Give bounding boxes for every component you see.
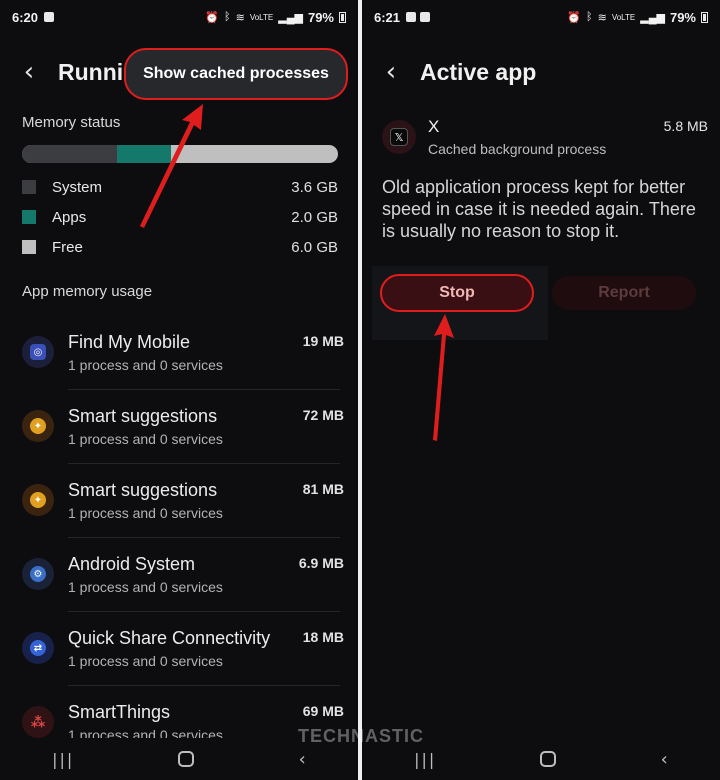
battery-text: 79%: [669, 9, 696, 25]
status-time: 6:21: [374, 9, 401, 25]
status-right: ⏰ ᛒ ≋ VoLTE ▂▄▆ 79%: [567, 10, 708, 25]
bluetooth-icon: ᛒ: [224, 11, 231, 23]
legend-label: System: [52, 178, 103, 196]
signal-icon: ▂▄▆: [640, 11, 665, 24]
app-name: Quick Share Connectivity: [68, 628, 271, 648]
list-item[interactable]: ✦ Smart suggestions 1 process and 0 serv…: [0, 390, 358, 464]
app-subtext: 1 process and 0 services: [68, 431, 223, 447]
home-icon[interactable]: [540, 751, 557, 767]
app-subtext: 1 process and 0 services: [68, 505, 223, 521]
app-process-type: Cached background process: [428, 141, 607, 157]
notification-icons: [44, 12, 55, 22]
list-item[interactable]: ◎ Find My Mobile 1 process and 0 service…: [0, 316, 358, 390]
memory-bar-system-segment: [22, 145, 117, 163]
app-size: 81 MB: [302, 481, 344, 497]
home-icon[interactable]: [178, 751, 195, 767]
legend-swatch: [22, 180, 36, 194]
app-name: X: [428, 117, 440, 136]
recents-icon[interactable]: |||: [414, 750, 436, 769]
app-size: 18 MB: [302, 629, 344, 645]
app-size: 72 MB: [302, 407, 344, 423]
report-button[interactable]: Report: [552, 276, 696, 310]
app-list: ◎ Find My Mobile 1 process and 0 service…: [0, 316, 358, 760]
signal-icon: ▂▄▆: [278, 11, 303, 24]
status-bar: 6:21 ⏰ ᛒ ≋ VoLTE ▂▄▆ 79%: [362, 0, 720, 34]
photo-notification-icon: [406, 12, 417, 22]
app-name: Smart suggestions: [68, 480, 218, 500]
back-nav-icon[interactable]: ‹: [661, 749, 668, 770]
app-name: SmartThings: [68, 702, 171, 722]
lightbulb-icon: ✦: [22, 410, 54, 442]
legend-label: Apps: [52, 208, 87, 226]
app-size: 19 MB: [302, 333, 344, 349]
alarm-icon: ⏰: [205, 11, 219, 24]
find-my-mobile-icon: ◎: [22, 336, 54, 368]
legend-system: System 3.6 GB: [22, 176, 338, 198]
status-time: 6:20: [12, 9, 39, 25]
gear-icon: ⚙: [22, 558, 54, 590]
list-item[interactable]: ⇄ Quick Share Connectivity 1 process and…: [0, 612, 358, 686]
app-size: 5.8 MB: [663, 118, 708, 134]
app-subtext: 1 process and 0 services: [68, 579, 223, 595]
recents-icon[interactable]: |||: [52, 750, 74, 769]
show-cached-processes-menu-item[interactable]: Show cached processes: [124, 48, 348, 100]
wifi-icon: ≋: [235, 11, 245, 24]
list-item[interactable]: ✦ Smart suggestions 1 process and 0 serv…: [0, 464, 358, 538]
process-description: Old application process kept for better …: [382, 177, 696, 241]
network-label: VoLTE: [611, 12, 636, 22]
active-app-screen: 6:21 ⏰ ᛒ ≋ VoLTE ▂▄▆ 79% ‹ Active app 𝕏 …: [362, 0, 720, 780]
wifi-icon: ≋: [597, 11, 607, 24]
app-bar: ‹ Active app: [362, 50, 720, 94]
app-subtext: 1 process and 0 services: [68, 653, 223, 669]
back-arrow-icon[interactable]: ‹: [0, 57, 58, 87]
app-subtext: 1 process and 0 services: [68, 357, 223, 373]
app-name: Smart suggestions: [68, 406, 218, 426]
app-name: Android System: [68, 554, 196, 574]
smartthings-icon: ⁂: [22, 706, 54, 738]
x-app-icon: 𝕏: [382, 120, 416, 154]
stop-button[interactable]: Stop: [380, 274, 534, 312]
status-right: ⏰ ᛒ ≋ VoLTE ▂▄▆ 79%: [205, 10, 346, 25]
app-memory-usage-label: App memory usage: [22, 283, 153, 300]
bluetooth-icon: ᛒ: [586, 11, 593, 23]
battery-icon: [339, 11, 346, 23]
app-size: 6.9 MB: [298, 555, 344, 571]
app-name: Find My Mobile: [68, 332, 191, 352]
page-title: Active app: [420, 58, 537, 85]
memory-bar-apps-segment: [116, 145, 171, 163]
annotation-arrow-right: [433, 314, 454, 441]
legend-value: 2.0 GB: [291, 208, 338, 226]
legend-apps: Apps 2.0 GB: [22, 206, 338, 228]
battery-text: 79%: [307, 9, 334, 25]
status-bar: 6:20 ⏰ ᛒ ≋ VoLTE ▂▄▆ 79%: [0, 0, 358, 34]
app-size: 69 MB: [302, 703, 344, 719]
notification-icons: [406, 12, 431, 22]
legend-label: Free: [52, 238, 83, 256]
network-label: VoLTE: [249, 12, 274, 22]
memory-status-label: Memory status: [22, 114, 121, 131]
running-services-screen: 6:20 ⏰ ᛒ ≋ VoLTE ▂▄▆ 79% ‹ Runnin Show c…: [0, 0, 358, 780]
photo-notification-icon: [44, 12, 55, 22]
alarm-icon: ⏰: [567, 11, 581, 24]
watermark: TECHNASTIC: [298, 726, 424, 746]
photo-notification-icon: [420, 12, 431, 22]
quick-share-icon: ⇄: [22, 632, 54, 664]
legend-value: 6.0 GB: [291, 238, 338, 256]
legend-value: 3.6 GB: [291, 178, 338, 196]
legend-swatch: [22, 210, 36, 224]
lightbulb-icon: ✦: [22, 484, 54, 516]
legend-swatch: [22, 240, 36, 254]
memory-usage-bar: [22, 145, 338, 163]
legend-free: Free 6.0 GB: [22, 236, 338, 258]
list-item[interactable]: ⚙ Android System 1 process and 0 service…: [0, 538, 358, 612]
back-nav-icon[interactable]: ‹: [299, 749, 306, 770]
battery-icon: [701, 11, 708, 23]
back-arrow-icon[interactable]: ‹: [362, 57, 420, 87]
